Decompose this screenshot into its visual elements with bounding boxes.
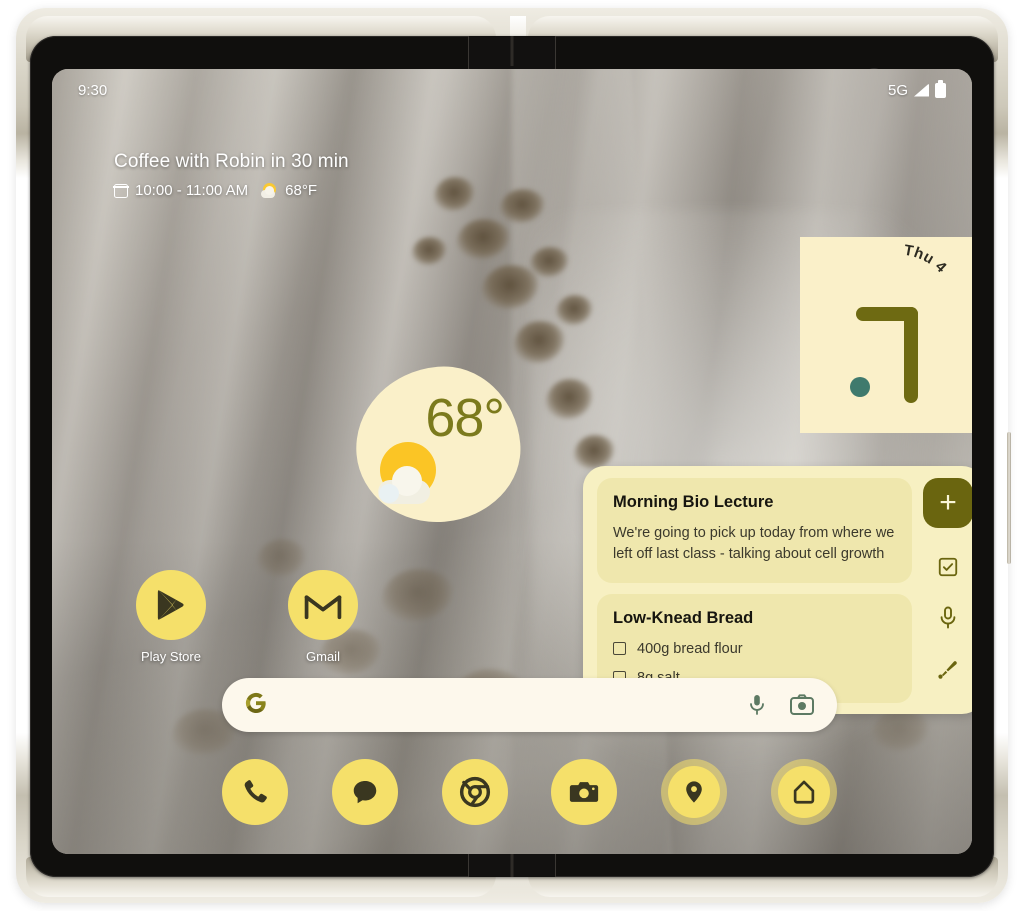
brush-icon [938, 661, 957, 679]
chrome-icon [459, 776, 490, 808]
drawing-note-button[interactable] [936, 658, 960, 682]
voice-note-button[interactable] [938, 606, 958, 630]
app-label: Play Store [141, 649, 201, 664]
glance-time-range: 10:00 - 11:00 AM [135, 182, 249, 199]
app-icons-row: Play Store Gmail [116, 570, 378, 664]
signal-bars-icon [914, 83, 929, 97]
hinge-seam-top [510, 36, 514, 66]
keep-notes-list: Morning Bio Lecture We're going to pick … [583, 466, 912, 714]
app-play-store[interactable]: Play Store [116, 570, 226, 664]
dock-item-maps[interactable] [661, 759, 728, 825]
google-keep-widget[interactable]: Morning Bio Lecture We're going to pick … [583, 466, 972, 714]
checkbox-icon [938, 557, 958, 577]
camera-icon [570, 782, 599, 802]
clock-widget[interactable]: Thu 4 [800, 237, 972, 433]
power-button[interactable] [1007, 432, 1011, 564]
gmail-icon[interactable] [288, 570, 358, 640]
glance-temperature: 68°F [285, 182, 317, 199]
note-title: Low-Knead Bread [613, 608, 754, 627]
google-lens-button[interactable] [789, 693, 815, 717]
status-bar: 9:30 5G [52, 69, 972, 111]
app-gmail[interactable]: Gmail [268, 570, 378, 664]
battery-full-icon [935, 80, 946, 98]
checklist-item[interactable]: 400g bread flour [613, 641, 896, 657]
app-label: Gmail [306, 649, 340, 664]
clock-day-label-wrap: Thu 4 [900, 242, 972, 313]
plus-icon: + [939, 486, 957, 519]
sun-behind-cloud-icon [378, 442, 440, 504]
dock-item-home[interactable] [770, 759, 837, 825]
dock-item-messages[interactable] [331, 759, 398, 825]
google-g-icon [244, 691, 268, 720]
maps-pin-icon [686, 781, 702, 803]
weather-widget[interactable]: 68° [349, 360, 527, 529]
minute-hand [904, 307, 918, 403]
calendar-icon [113, 183, 129, 198]
note-title: Morning Bio Lecture [613, 493, 774, 511]
glance-title: Coffee with Robin in 30 min [114, 151, 349, 172]
weather-temperature: 68° [425, 388, 504, 448]
play-store-icon[interactable] [136, 570, 206, 640]
sun-behind-cloud-icon [261, 183, 278, 198]
checkbox-icon[interactable] [613, 642, 626, 656]
list-item[interactable]: Morning Bio Lecture We're going to pick … [597, 478, 912, 583]
second-dot [850, 377, 870, 397]
google-lens-camera-icon [790, 694, 814, 715]
new-list-button[interactable] [937, 556, 959, 578]
new-note-button[interactable]: + [923, 478, 972, 528]
status-clock: 9:30 [78, 81, 108, 99]
dock-item-phone[interactable] [222, 759, 288, 825]
dock-item-camera[interactable] [551, 759, 618, 825]
glance-subtitle: 10:00 - 11:00 AM 68°F [113, 182, 349, 199]
voice-search-button[interactable] [747, 693, 767, 717]
hinge-seam-bottom [510, 851, 514, 877]
phone-icon [244, 780, 267, 803]
note-body: We're going to pick up today from where … [613, 525, 895, 563]
dock [222, 759, 837, 825]
device-screen: 9:30 5G Coffee with Robin in 30 min 10:0… [52, 69, 972, 854]
messages-icon [353, 781, 377, 804]
at-a-glance-widget[interactable]: Coffee with Robin in 30 min 10:00 - 11:0… [113, 151, 349, 199]
google-home-icon [793, 780, 815, 804]
microphone-icon [750, 695, 764, 715]
dock-item-chrome[interactable] [441, 759, 508, 825]
google-search-bar[interactable] [222, 678, 837, 732]
keep-action-column: + [912, 466, 972, 714]
foldable-device: 9:30 5G Coffee with Robin in 30 min 10:0… [16, 8, 1011, 903]
network-label: 5G [887, 81, 908, 99]
microphone-icon [940, 606, 956, 629]
checklist-label: 400g bread flour [637, 640, 743, 657]
